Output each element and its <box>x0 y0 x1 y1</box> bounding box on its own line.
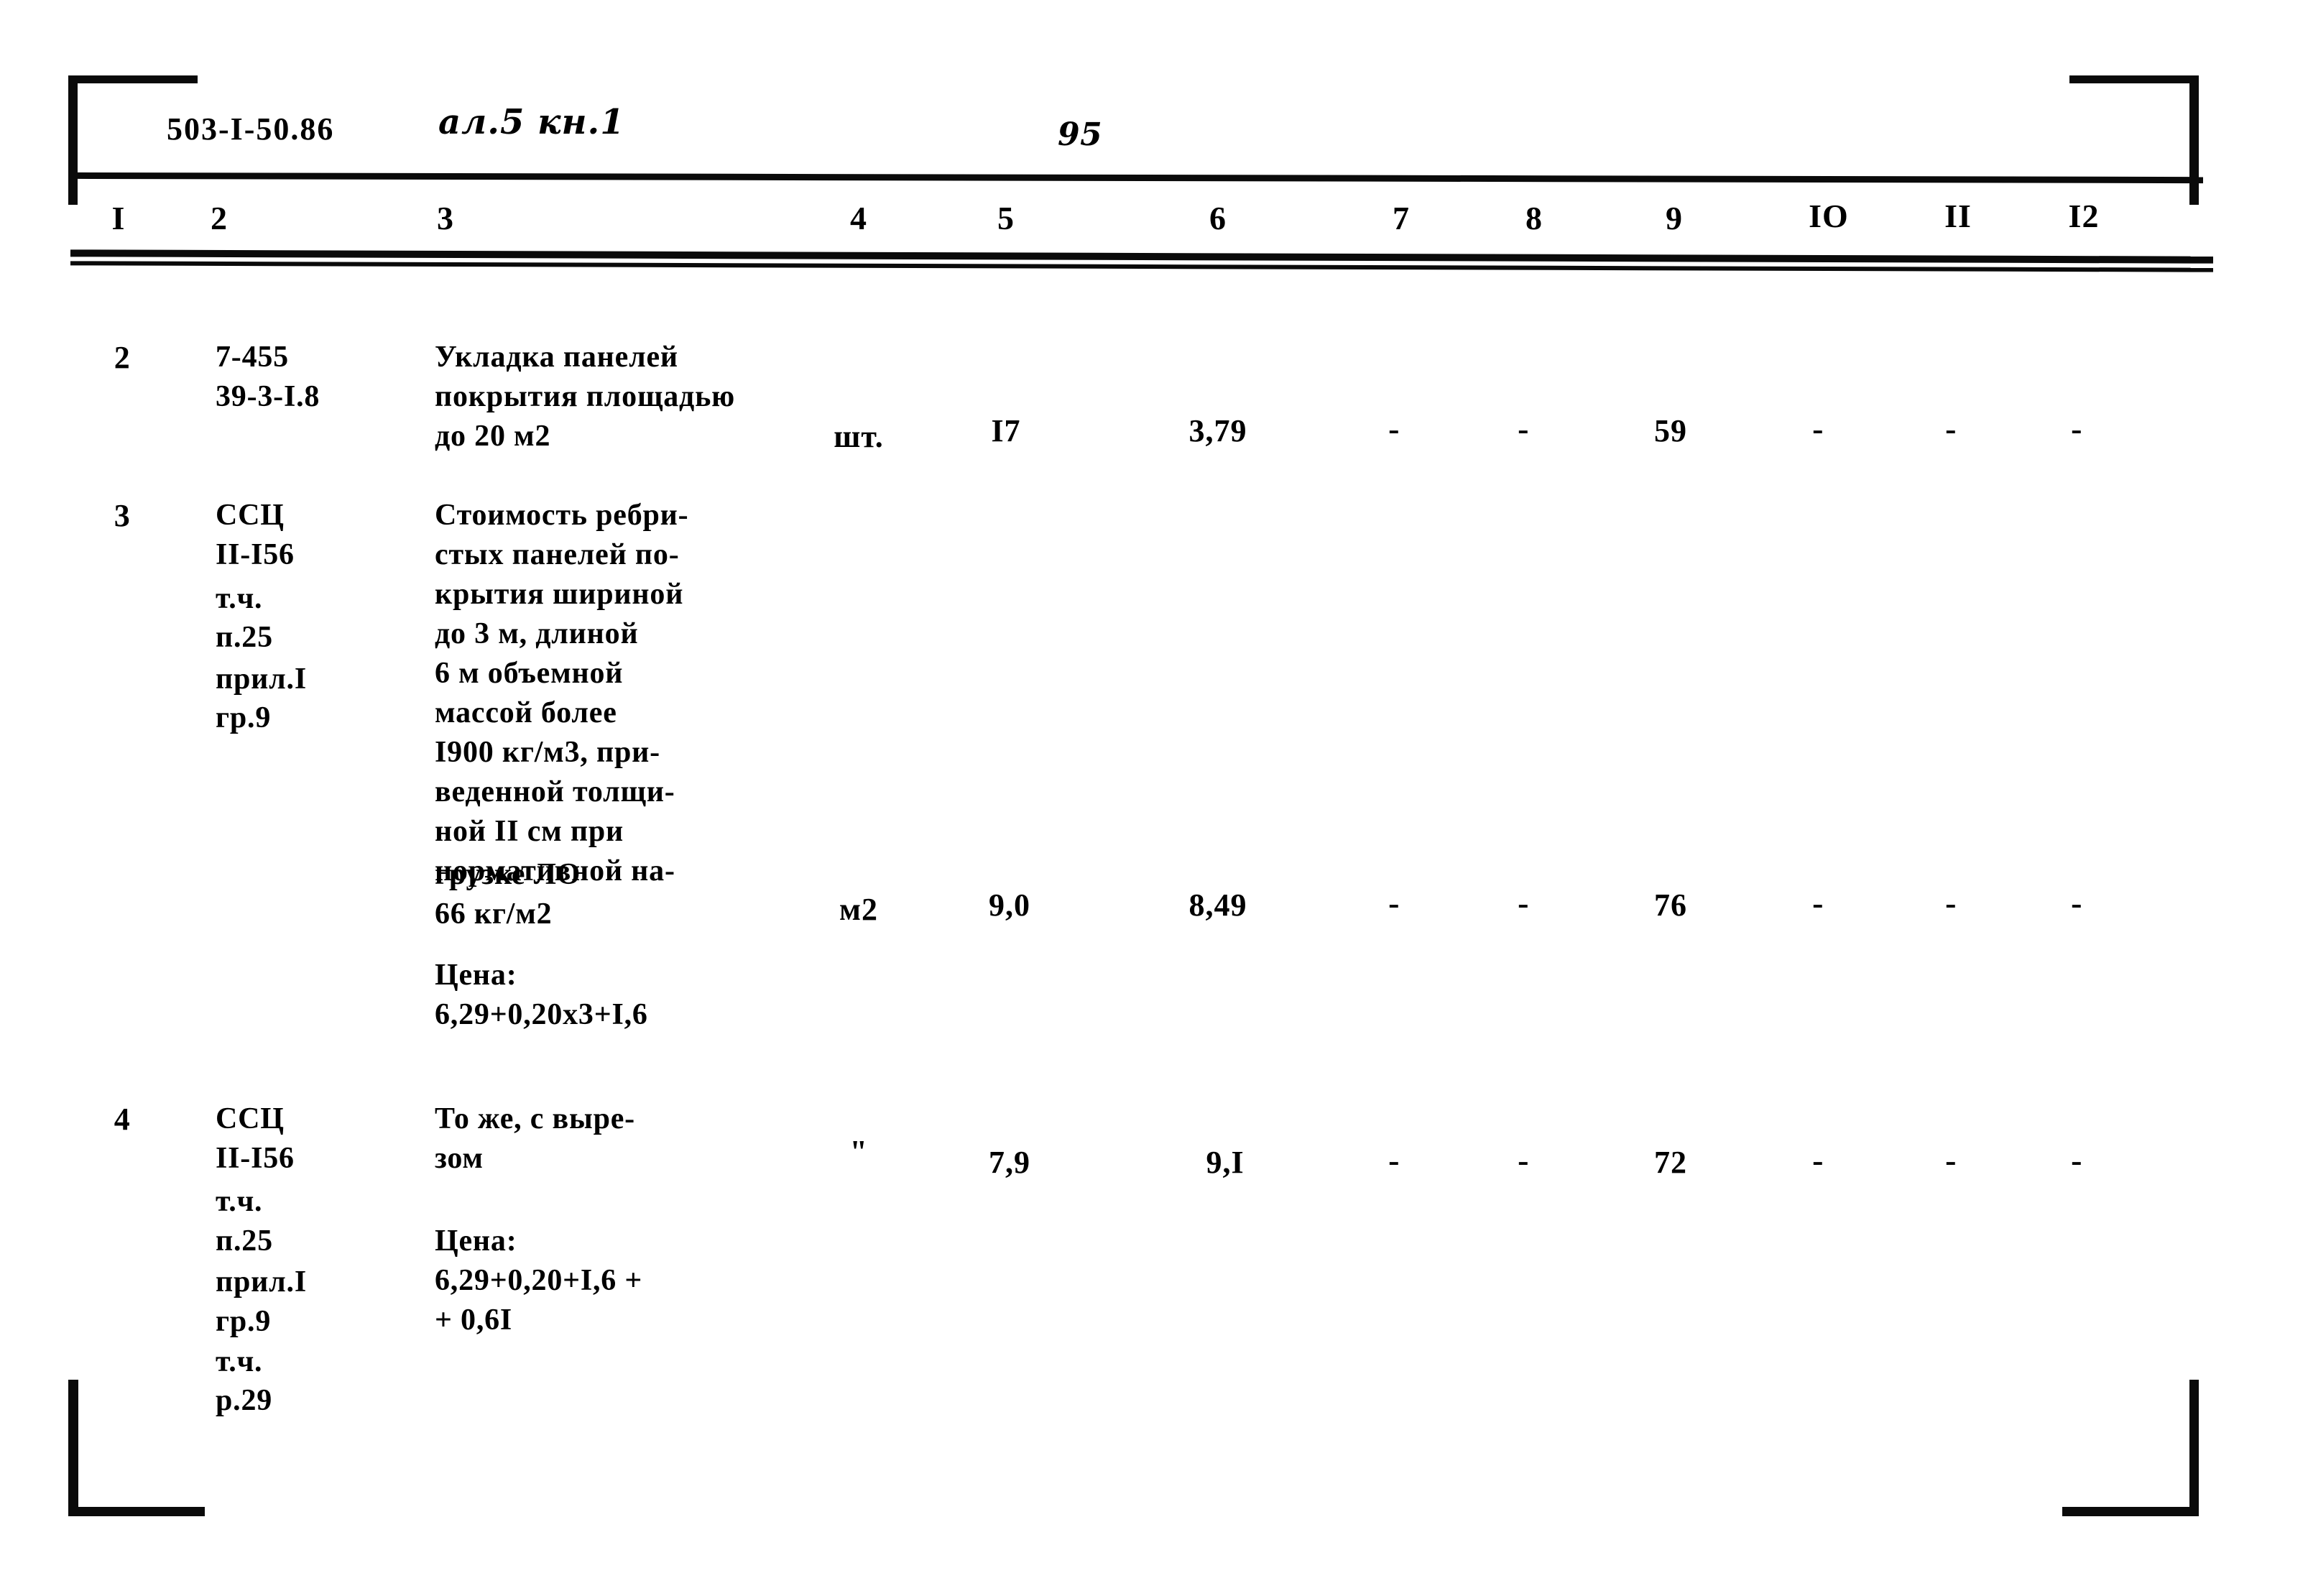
column-header-4: 4 <box>850 200 867 236</box>
row-2-value-col7: - <box>1388 410 1400 447</box>
row-3-code-line-1: ССЦ <box>216 499 285 532</box>
column-header-10: IO <box>1809 198 1849 234</box>
row-4-code-line-6: гр.9 <box>216 1305 272 1338</box>
column-header-6: 6 <box>1209 200 1227 236</box>
row-4-code-line-2: II-I56 <box>216 1142 295 1175</box>
row-2-value-col8: - <box>1518 410 1529 447</box>
row-3-description-line-6: массой более <box>435 696 617 729</box>
row-3-value-col6: 8,49 <box>1188 887 1247 923</box>
scanned-page: 503-I-50.86 ал.5 кн.1 95 I 2 3 4 5 6 7 8… <box>0 0 2308 1596</box>
row-4-value-col8: - <box>1518 1142 1529 1178</box>
handwritten-album-note: ал.5 кн.1 <box>438 102 625 142</box>
row-4-code-line-7: т.ч. <box>216 1345 263 1378</box>
row-2-value-col9: 59 <box>1654 413 1687 448</box>
row-3-code-line-3: т.ч. <box>216 582 263 615</box>
row-4-code-line-4: п.25 <box>216 1224 273 1258</box>
row-2-value-col11: - <box>1945 410 1957 447</box>
row-3-price-line-1: 6,29+0,20х3+I,6 <box>435 998 648 1031</box>
column-header-2: 2 <box>211 200 228 236</box>
row-3-price-label: Цена: <box>435 959 517 992</box>
row-3-description-line-9: ной II см при <box>435 815 624 848</box>
row-3-description-line-7: I900 кг/м3, при- <box>435 736 660 769</box>
row-4-value-col7: - <box>1388 1142 1400 1178</box>
column-header-3: 3 <box>437 200 454 236</box>
row-4-unit: " <box>849 1134 868 1169</box>
row-4-code-line-1: ССЦ <box>216 1102 285 1135</box>
row-4-price-line-2: + 0,6I <box>435 1304 513 1337</box>
crop-mark-bottom-left-icon <box>68 1380 205 1516</box>
column-header-7: 7 <box>1393 200 1410 236</box>
row-3-value-col5: 9,0 <box>989 887 1030 923</box>
row-3-value-col10: - <box>1812 885 1824 921</box>
row-2-value-col10: - <box>1812 410 1824 447</box>
row-3-value-col8: - <box>1518 885 1529 921</box>
table-row: 4 <box>114 1102 131 1137</box>
row-3-description-line-8: веденной толщи- <box>435 775 675 808</box>
row-4-price-label: Цена: <box>435 1224 517 1258</box>
row-3-description-line-5: 6 м объемной <box>435 657 624 690</box>
row-2-description-line-2: покрытия площадью <box>435 380 735 413</box>
column-header-5: 5 <box>997 200 1015 236</box>
document-code: 503-I-50.86 <box>167 111 335 147</box>
row-4-value-col12: - <box>2071 1142 2082 1178</box>
column-header-1: I <box>111 200 126 236</box>
column-header-9: 9 <box>1666 200 1683 236</box>
row-2-code-line-1: 7-455 <box>216 341 289 374</box>
row-4-value-col5: 7,9 <box>989 1145 1030 1180</box>
row-4-value-col10: - <box>1812 1142 1824 1178</box>
row-2-value-col12: - <box>2071 410 2082 447</box>
row-2-unit: шт. <box>834 419 884 454</box>
row-3-description-line-2: стых панелей по- <box>435 538 680 571</box>
crop-mark-bottom-right-icon <box>2062 1380 2199 1516</box>
row-4-description-line-2: зом <box>435 1142 484 1175</box>
column-header-11: II <box>1944 198 1972 234</box>
crop-mark-top-right-icon <box>2069 75 2199 205</box>
row-3-value-col9: 76 <box>1654 887 1687 923</box>
row-2-description-line-1: Укладка панелей <box>435 341 678 374</box>
row-4-value-col11: - <box>1945 1142 1957 1178</box>
row-3-code-line-5: прил.I <box>216 663 307 696</box>
row-3-description-line-1: Стоимость ребри- <box>435 499 689 532</box>
column-header-12: I2 <box>2068 198 2100 234</box>
table-top-rule <box>74 172 2204 184</box>
row-3-value-col11: - <box>1945 885 1957 921</box>
row-3-code-line-6: гр.9 <box>216 701 272 734</box>
row-2-value-col6: 3,79 <box>1188 413 1247 448</box>
row-4-value-col9: 72 <box>1654 1145 1687 1180</box>
row-4-code-line-3: т.ч. <box>216 1185 263 1218</box>
row-3-description-line-11: грузке ЛО <box>435 858 581 891</box>
row-4-price-line-1: 6,29+0,20+I,6 + <box>435 1264 643 1297</box>
table-row: 3 <box>114 498 131 533</box>
row-4-code-line-8: р.29 <box>216 1384 273 1417</box>
row-2-code-line-2: 39-3-I.8 <box>216 380 320 413</box>
row-2-value-col5: I7 <box>991 413 1021 448</box>
row-2-description-line-3: до 20 м2 <box>435 420 551 453</box>
row-3-description-line-12: 66 кг/м2 <box>435 898 553 931</box>
row-4-description-line-1: То же, с выре- <box>435 1102 635 1135</box>
table-header-rule-lower <box>70 261 2214 272</box>
row-3-value-col12: - <box>2071 885 2082 921</box>
table-row: 2 <box>114 340 131 375</box>
row-3-value-col7: - <box>1388 885 1400 921</box>
row-3-code-line-2: II-I56 <box>216 538 295 571</box>
row-3-description-line-3: крытия шириной <box>435 578 684 611</box>
row-3-unit: м2 <box>839 892 878 927</box>
row-3-code-line-4: п.25 <box>216 621 273 654</box>
row-3-description-line-4: до 3 м, длиной <box>435 617 639 650</box>
row-4-value-col6: 9,I <box>1206 1145 1245 1180</box>
row-4-code-line-5: прил.I <box>216 1265 307 1299</box>
page-number: 95 <box>1058 116 1103 153</box>
column-header-8: 8 <box>1525 200 1543 236</box>
